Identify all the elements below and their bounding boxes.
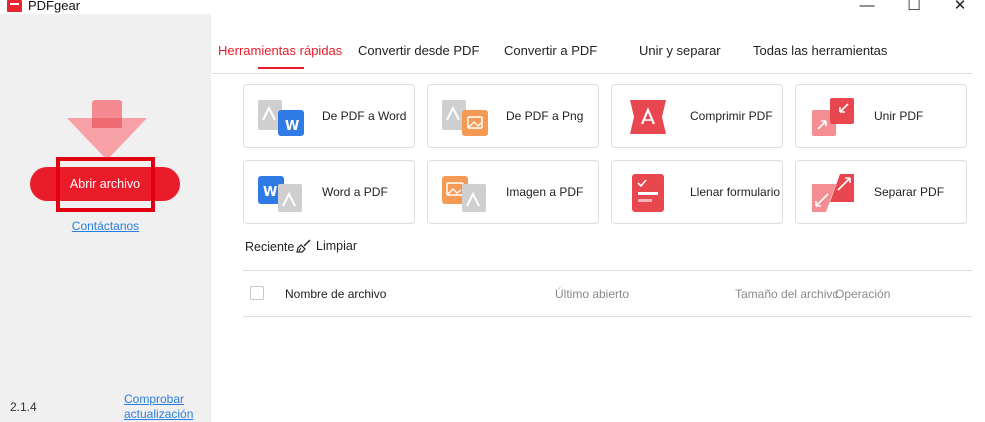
broom-icon bbox=[296, 239, 311, 253]
sidebar bbox=[0, 14, 211, 422]
tab-bar: Herramientas rápidas Convertir desde PDF… bbox=[212, 38, 972, 74]
pdfgear-logo-icon bbox=[7, 0, 22, 12]
tool-card-image-to-pdf[interactable]: Imagen a PDF bbox=[427, 160, 599, 224]
image-to-pdf-icon bbox=[442, 176, 486, 212]
tab-merge-split[interactable]: Unir y separar bbox=[639, 43, 721, 58]
active-tab-indicator bbox=[258, 67, 304, 69]
drop-file-arrow-icon bbox=[67, 100, 147, 160]
tool-card-pdf-to-png[interactable]: De PDF a Png bbox=[427, 84, 599, 148]
fill-form-icon bbox=[632, 174, 664, 212]
clean-button[interactable]: Limpiar bbox=[296, 239, 357, 253]
tool-label: Comprimir PDF bbox=[690, 109, 773, 123]
tab-convert-from-pdf[interactable]: Convertir desde PDF bbox=[358, 43, 479, 58]
check-update-link[interactable]: Comprobar actualización bbox=[124, 392, 204, 422]
word-to-pdf-icon: W bbox=[258, 176, 302, 212]
close-button[interactable]: ✕ bbox=[945, 0, 975, 14]
tool-card-merge-pdf[interactable]: Unir PDF bbox=[795, 84, 967, 148]
tab-convert-to-pdf[interactable]: Convertir a PDF bbox=[504, 43, 597, 58]
tool-label: Imagen a PDF bbox=[506, 185, 584, 199]
split-pdf-icon bbox=[812, 174, 854, 212]
tab-quick-tools[interactable]: Herramientas rápidas bbox=[218, 43, 342, 58]
clean-label: Limpiar bbox=[316, 239, 357, 253]
svg-text:W: W bbox=[285, 119, 299, 134]
table-divider-top bbox=[243, 270, 972, 271]
svg-text:W: W bbox=[263, 185, 277, 200]
merge-pdf-icon bbox=[812, 98, 854, 136]
contact-link[interactable]: Contáctanos bbox=[0, 219, 211, 233]
tab-all-tools[interactable]: Todas las herramientas bbox=[753, 43, 887, 58]
tool-card-compress-pdf[interactable]: Comprimir PDF bbox=[611, 84, 783, 148]
pdf-to-png-icon bbox=[442, 100, 488, 136]
version-label: 2.1.4 bbox=[10, 400, 37, 414]
column-header-last-opened[interactable]: Último abierto bbox=[555, 287, 629, 301]
open-file-button[interactable]: Abrir archivo bbox=[30, 167, 180, 201]
tool-label: De PDF a Png bbox=[506, 109, 584, 123]
minimize-button[interactable]: — bbox=[852, 0, 882, 14]
app-title: PDFgear bbox=[28, 0, 81, 13]
pdf-to-word-icon: W bbox=[258, 100, 304, 136]
tool-card-pdf-to-word[interactable]: W De PDF a Word bbox=[243, 84, 415, 148]
tool-label: Unir PDF bbox=[874, 109, 924, 123]
tool-label: Llenar formulario bbox=[690, 185, 781, 199]
title-bar: PDFgear — ☐ ✕ bbox=[0, 0, 985, 14]
tool-card-split-pdf[interactable]: Separar PDF bbox=[795, 160, 967, 224]
recent-title: Reciente bbox=[245, 240, 295, 254]
column-header-operation[interactable]: Operación bbox=[835, 287, 890, 301]
tool-label: De PDF a Word bbox=[322, 109, 407, 123]
tool-card-fill-form[interactable]: Llenar formulario bbox=[611, 160, 783, 224]
column-header-name[interactable]: Nombre de archivo bbox=[285, 287, 386, 301]
tool-label: Separar PDF bbox=[874, 185, 945, 199]
column-header-size[interactable]: Tamaño del archivc bbox=[735, 287, 838, 301]
select-all-checkbox[interactable] bbox=[250, 286, 264, 300]
table-divider-bottom bbox=[243, 316, 972, 317]
maximize-button[interactable]: ☐ bbox=[899, 0, 929, 14]
compress-pdf-icon bbox=[630, 100, 666, 134]
tool-label: Word a PDF bbox=[322, 185, 388, 199]
tool-card-word-to-pdf[interactable]: W Word a PDF bbox=[243, 160, 415, 224]
